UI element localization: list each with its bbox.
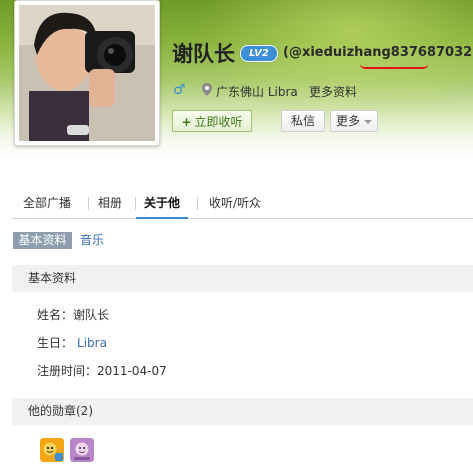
birthday-row: 生日： Libra [37,334,107,351]
user-handle: (@xieduizhang837687032) [283,45,473,60]
birthday-label: 生日： [37,336,74,350]
subtab-music[interactable]: 音乐 [80,232,104,249]
follow-button[interactable]: + 立即收听 [172,110,252,132]
location-city: 广东佛山 [216,85,265,99]
profile-tabs: 全部广播 相册 关于他 收听/听众 [12,188,473,219]
plus-icon: + [181,115,192,129]
tab-divider [88,197,89,210]
profile-name: 谢队长 [172,42,235,66]
more-label: 更多 [336,114,361,128]
location-text: 广东佛山 Libra [216,83,298,100]
medal-orange-icon[interactable] [40,438,64,462]
tab-all-broadcasts[interactable]: 全部广播 [12,188,82,218]
name-value: 谢队长 [73,308,110,322]
location-pin-icon [202,83,212,96]
avatar-photo [19,5,155,141]
tab-album[interactable]: 相册 [90,188,130,218]
avatar[interactable] [14,0,160,146]
more-dropdown-button[interactable]: 更多 [330,110,378,132]
handle-red-underline [360,64,428,69]
private-message-button[interactable]: 私信 [281,110,325,132]
level-badge[interactable]: LV2 [240,45,278,62]
basic-info-header: 基本资料 [12,265,473,292]
tab-divider [197,197,198,210]
medal-purple-icon[interactable] [70,438,94,462]
birthday-value[interactable]: Libra [77,336,107,350]
register-label: 注册时间： [37,364,98,378]
follow-label: 立即收听 [194,115,243,129]
name-row: 姓名：谢队长 [37,306,109,323]
tab-following-followers[interactable]: 收听/听众 [200,188,270,218]
more-info-link[interactable]: 更多资料 [309,83,357,100]
zodiac-sign: Libra [267,85,298,99]
register-row: 注册时间：2011-04-07 [37,362,167,379]
tab-about-him[interactable]: 关于他 [136,188,188,219]
medals-header: 他的勋章(2) [12,398,473,425]
name-label: 姓名： [37,308,74,322]
chevron-down-icon [364,120,372,124]
subtab-basic-info[interactable]: 基本资料 [13,232,72,249]
male-icon: ♂ [173,82,186,98]
register-value: 2011-04-07 [97,364,167,378]
